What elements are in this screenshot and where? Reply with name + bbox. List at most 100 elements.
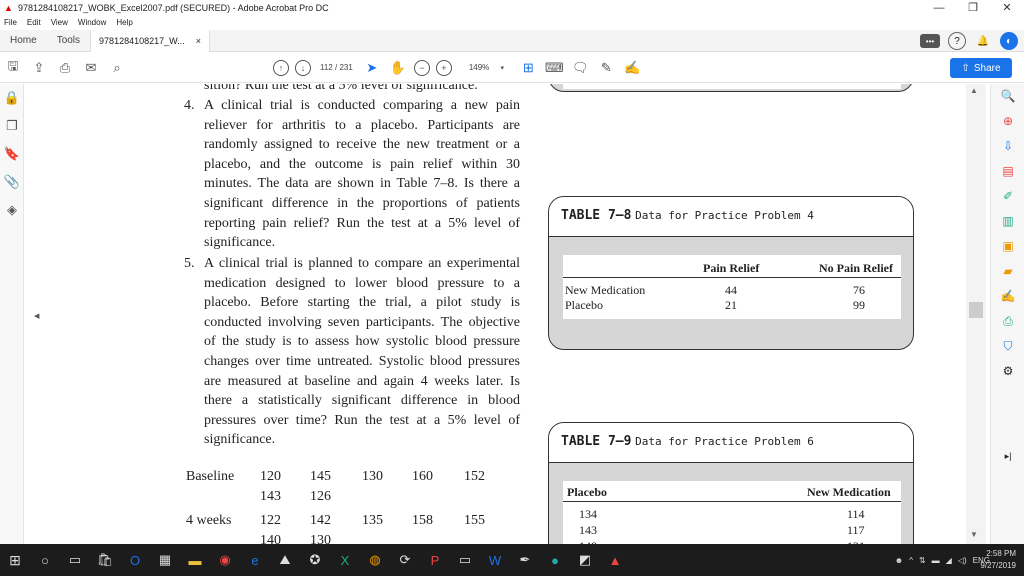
zoom-search-icon[interactable]: 🔍	[991, 84, 1024, 109]
tab-tools[interactable]: Tools	[47, 30, 90, 52]
task-view-icon[interactable]: ▭	[60, 544, 90, 576]
scroll-thumb[interactable]	[969, 302, 983, 318]
clock-date: 9/27/2019	[980, 561, 1016, 570]
page-current[interactable]: 112	[320, 63, 333, 72]
prev-page-icon[interactable]: ↑	[273, 59, 289, 76]
organize-pages-icon[interactable]: ▤	[991, 159, 1024, 184]
comment-icon[interactable]: 🗨	[570, 58, 590, 78]
menu-edit[interactable]: Edit	[27, 16, 41, 30]
select-cursor-icon[interactable]: ➤	[362, 58, 382, 78]
share-button[interactable]: ⇧ Share	[950, 58, 1012, 78]
tab-document[interactable]: 9781284108217_W... ×	[90, 29, 211, 52]
sync-icon[interactable]: ⟳	[390, 544, 420, 576]
create-pdf-icon[interactable]: ⊕	[991, 109, 1024, 134]
export-pdf-icon[interactable]: ⇩	[991, 134, 1024, 159]
bookmark-icon[interactable]: 🔖	[0, 140, 24, 168]
edge-icon[interactable]: e	[240, 544, 270, 576]
highlight-pen-icon[interactable]: ✎	[596, 58, 616, 78]
store-icon[interactable]: 🛍	[90, 544, 120, 576]
pages-icon[interactable]: ❐	[0, 112, 24, 140]
table-7-8: TABLE 7–8 Data for Practice Problem 4 Pa…	[548, 196, 914, 350]
zoom-in-icon[interactable]: +	[435, 59, 452, 76]
minimize-button[interactable]: —	[922, 0, 956, 16]
search-icon[interactable]: ⌕	[107, 58, 127, 78]
remote-desktop-icon[interactable]: ▭	[450, 544, 480, 576]
tab-home[interactable]: Home	[0, 30, 47, 52]
paint-icon[interactable]: ⛰	[270, 544, 300, 576]
chat-icon[interactable]: •••	[920, 34, 940, 48]
lock-icon[interactable]: 🔒	[0, 84, 24, 112]
hand-icon[interactable]: ✋	[388, 58, 408, 78]
more-tools-icon[interactable]: ⚙	[991, 359, 1024, 384]
keyboard-icon[interactable]: ⌨	[544, 58, 564, 78]
wifi-icon[interactable]: ◢	[946, 556, 952, 565]
cell: 126	[310, 489, 331, 504]
sign-icon[interactable]: ✍	[622, 58, 642, 78]
zoom-dropdown-icon[interactable]: ▾	[492, 58, 512, 78]
sign-tool-icon[interactable]: ✍	[991, 284, 1024, 309]
fill-sign-icon[interactable]: ▣	[991, 234, 1024, 259]
edit-pdf-icon[interactable]: ✐	[991, 184, 1024, 209]
compass-icon[interactable]: ✪	[300, 544, 330, 576]
notification-bell-icon[interactable]: 🔔	[974, 32, 992, 50]
windows-taskbar: ⊞ ○ ▭ 🛍 O ▦ ▬ ◉ e ⛰ ✪ X ◍ ⟳ P ▭ W ✒ ● ◩ …	[0, 544, 1024, 576]
outlook-icon[interactable]: O	[120, 544, 150, 576]
left-panel-collapse-icon[interactable]: ◀	[34, 312, 39, 320]
search-icon[interactable]: ○	[30, 544, 60, 576]
pen-icon[interactable]: ✒	[510, 544, 540, 576]
menu-help[interactable]: Help	[116, 16, 132, 30]
volume-icon[interactable]: ◁)	[958, 556, 967, 565]
cell: 142	[310, 513, 331, 528]
upload-icon[interactable]: ⇪	[29, 58, 49, 78]
tray-chevron-icon[interactable]: ^	[909, 556, 913, 565]
menu-window[interactable]: Window	[78, 16, 106, 30]
file-explorer-icon[interactable]: ▬	[180, 544, 210, 576]
menu-view[interactable]: View	[51, 16, 68, 30]
email-icon[interactable]: ✉	[81, 58, 101, 78]
protect-icon[interactable]: ⛉	[991, 334, 1024, 359]
save-icon[interactable]: 🖫	[3, 58, 23, 78]
cell: 158	[412, 513, 433, 528]
menu-file[interactable]: File	[4, 16, 17, 30]
chrome-icon[interactable]: ◉	[210, 544, 240, 576]
excel-icon[interactable]: X	[330, 544, 360, 576]
table-7-9-cell: 114	[847, 507, 865, 521]
word-icon[interactable]: W	[480, 544, 510, 576]
next-page-icon[interactable]: ↓	[295, 59, 311, 76]
zoom-level[interactable]: 149%	[469, 63, 489, 72]
flag-icon[interactable]: ◩	[570, 544, 600, 576]
battery-icon[interactable]: ▬	[932, 556, 940, 565]
attachment-icon[interactable]: 📎	[0, 168, 24, 196]
table-7-9-cell: 117	[847, 523, 865, 537]
avatar[interactable]: ◐	[1000, 32, 1018, 50]
page-indicator[interactable]: 112 / 231	[320, 63, 353, 72]
table-7-8-row-name: New Medication	[565, 283, 646, 297]
table-7-8-label: TABLE 7–8	[561, 208, 632, 223]
network-icon[interactable]: ⇅	[919, 556, 926, 565]
scan-icon[interactable]: ⎙	[991, 309, 1024, 334]
collapse-panel-icon[interactable]: ▸|	[991, 444, 1024, 469]
powerpoint-icon[interactable]: P	[420, 544, 450, 576]
layers-icon[interactable]: ◈	[0, 196, 24, 224]
calculator-icon[interactable]: ▦	[150, 544, 180, 576]
cell: 155	[464, 513, 485, 528]
scroll-up-icon[interactable]: ▲	[970, 86, 978, 95]
teal-app-icon[interactable]: ●	[540, 544, 570, 576]
maximize-button[interactable]: ❐	[956, 0, 990, 16]
zoom-out-icon[interactable]: −	[413, 59, 430, 76]
close-button[interactable]: ✕	[990, 0, 1024, 16]
help-icon[interactable]: ?	[948, 32, 966, 50]
cell: 143	[260, 489, 281, 504]
combine-files-icon[interactable]: ▥	[991, 209, 1024, 234]
clock[interactable]: 2:58 PM 9/27/2019	[980, 548, 1016, 572]
start-icon[interactable]: ⊞	[0, 544, 30, 576]
people-icon[interactable]: ☻	[895, 556, 903, 565]
acrobat-taskbar-icon[interactable]: ▲	[600, 544, 630, 576]
vertical-scrollbar[interactable]: ▲ ▼	[966, 84, 986, 544]
print-icon[interactable]: ⎙	[55, 58, 75, 78]
tab-close-icon[interactable]: ×	[196, 36, 201, 46]
firefox-icon[interactable]: ◍	[360, 544, 390, 576]
fit-page-icon[interactable]: ⊞	[518, 58, 538, 78]
comment-tool-icon[interactable]: ▰	[991, 259, 1024, 284]
scroll-down-icon[interactable]: ▼	[970, 530, 978, 539]
